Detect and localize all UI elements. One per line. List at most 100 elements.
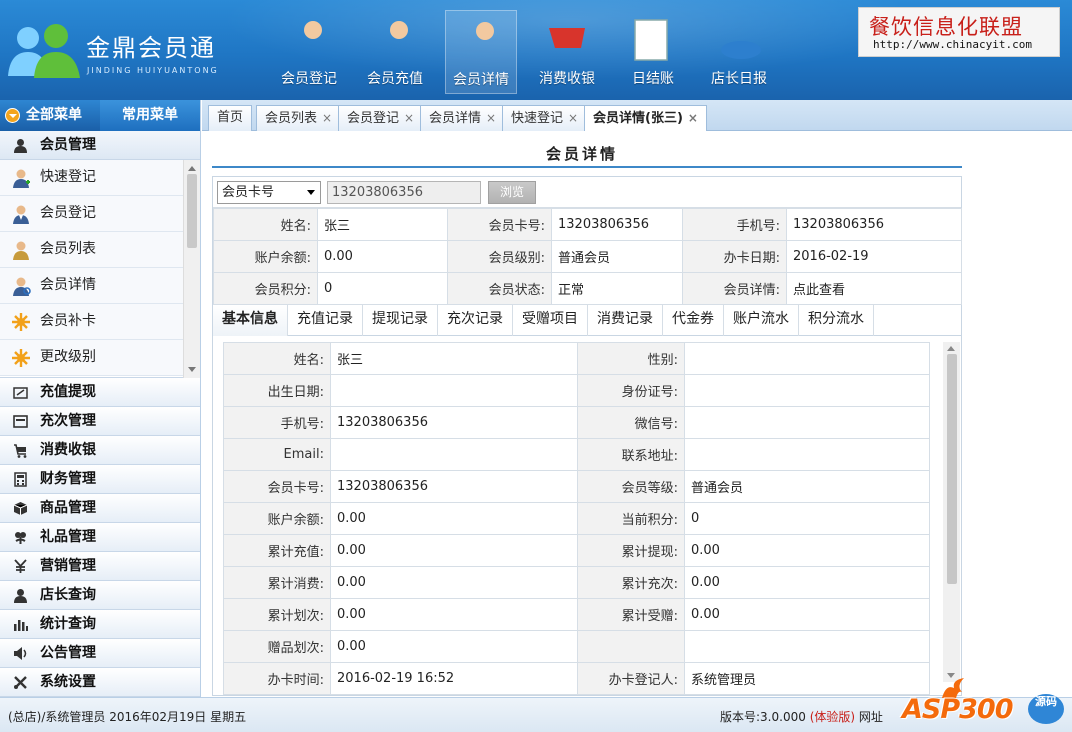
sidebar-group-9[interactable]: 公告管理 xyxy=(0,639,200,668)
summary-field-value: 13203806356 xyxy=(786,208,962,241)
close-icon[interactable]: × xyxy=(322,111,332,125)
detail-field-value: 0.00 xyxy=(330,566,578,599)
subtab-2[interactable]: 提现记录 xyxy=(363,305,438,336)
subtab-3[interactable]: 充次记录 xyxy=(438,305,513,336)
subtab-6[interactable]: 代金券 xyxy=(663,305,724,336)
tab-1[interactable]: 会员列表 × xyxy=(256,105,342,131)
sidebar-subitem-5[interactable]: 更改级别 xyxy=(0,340,183,376)
page-title: 会员详情 xyxy=(545,145,618,163)
sidebar-group-label: 礼品管理 xyxy=(40,529,96,545)
view-details-link[interactable]: 点此查看 xyxy=(786,272,962,305)
tab-5[interactable]: 会员详情(张三) × xyxy=(584,105,707,132)
summary-row: 账户余额: 0.00 会员级别: 普通会员 办卡日期: 2016-02-19 xyxy=(213,240,962,273)
sidebar-group-3[interactable]: 财务管理 xyxy=(0,465,200,494)
close-icon[interactable]: × xyxy=(568,111,578,125)
scroll-down-arrow-icon[interactable] xyxy=(188,367,196,376)
topnav-item-1[interactable]: 会员充值 xyxy=(352,10,438,94)
sidebar-subitem-4[interactable]: 会员补卡 xyxy=(0,304,183,340)
sidebar-group-label: 统计查询 xyxy=(40,616,96,632)
bar-chart-icon xyxy=(14,620,28,631)
brand-banner[interactable]: 餐饮信息化联盟 http://www.chinacyit.com xyxy=(858,7,1060,57)
member-search-bar: 会员卡号 13203806356 浏览 xyxy=(213,177,961,208)
table-row: 会员卡号: 13203806356 会员等级: 普通会员 xyxy=(223,470,930,503)
detail-field-label: 累计充次: xyxy=(577,566,685,599)
sidebar-group-10[interactable]: 系统设置 xyxy=(0,668,200,697)
topnav-item-2[interactable]: 会员详情 xyxy=(445,10,517,94)
topnav-item-0[interactable]: 会员登记 xyxy=(266,10,352,94)
sidebar-group-1[interactable]: 充次管理 xyxy=(0,407,200,436)
summary-field-label: 会员卡号: xyxy=(447,208,552,241)
sidebar-subitem-0[interactable]: 快速登记 xyxy=(0,160,183,196)
sidebar-group-member-management[interactable]: 会员管理 xyxy=(0,131,200,160)
scroll-thumb[interactable] xyxy=(947,354,957,584)
close-icon[interactable]: × xyxy=(688,111,698,125)
sidebar-group-label: 营销管理 xyxy=(40,558,96,574)
app-title: 金鼎会员通 xyxy=(86,34,216,62)
sidebar-scrollbar[interactable] xyxy=(183,160,200,378)
detail-field-value xyxy=(684,342,930,375)
tab-0[interactable]: 首页 xyxy=(208,105,253,131)
close-icon[interactable]: × xyxy=(404,111,414,125)
sidebar-group-2[interactable]: 消费收银 xyxy=(0,436,200,465)
sidebar-tab-common-label: 常用菜单 xyxy=(122,107,178,123)
detail-field-value xyxy=(684,630,930,663)
subtab-7[interactable]: 账户流水 xyxy=(724,305,799,336)
sidebar-group-4[interactable]: 商品管理 xyxy=(0,494,200,523)
scroll-up-arrow-icon[interactable] xyxy=(188,162,196,171)
detail-field-value xyxy=(684,438,930,471)
sidebar-group-6[interactable]: 营销管理 xyxy=(0,552,200,581)
subtab-8[interactable]: 积分流水 xyxy=(799,305,874,336)
summary-field-value: 13203806356 xyxy=(551,208,683,241)
summary-field-label: 办卡日期: xyxy=(682,240,787,273)
sidebar-subitem-label: 会员列表 xyxy=(40,241,96,257)
app-subtitle: JINDING HUIYUANTONG xyxy=(87,66,219,75)
main-content: 会员详情 会员卡号 13203806356 浏览 姓名: 张三 会员卡号: 13203… xyxy=(202,131,1072,697)
detail-field-label: 姓名: xyxy=(223,342,331,375)
summary-field-value: 0 xyxy=(317,272,448,305)
sidebar-subitem-1[interactable]: 会员登记 xyxy=(0,196,183,232)
detail-field-label: 当前积分: xyxy=(577,502,685,535)
card-number-input[interactable]: 13203806356 xyxy=(327,181,481,204)
subtab-4[interactable]: 受赠项目 xyxy=(513,305,588,336)
sidebar-group-5[interactable]: 礼品管理 xyxy=(0,523,200,552)
detail-field-value: 2016-02-19 16:52 xyxy=(330,662,578,695)
topnav-item-3[interactable]: 消费收银 xyxy=(524,10,610,94)
detail-scrollbar[interactable] xyxy=(943,342,960,682)
tab-4[interactable]: 快速登记 × xyxy=(502,105,588,131)
sidebar-tab-all-menu[interactable]: 全部菜单 xyxy=(0,100,100,131)
tab-3[interactable]: 会员详情 × xyxy=(420,105,506,131)
sidebar-subitem-3[interactable]: 会员详情 xyxy=(0,268,183,304)
detail-field-label: 账户余额: xyxy=(223,502,331,535)
table-row: 姓名: 张三 性别: xyxy=(223,342,930,375)
detail-field-value: 系统管理员 xyxy=(684,662,930,695)
detail-field-label: 办卡时间: xyxy=(223,662,331,695)
sidebar-group-8[interactable]: 统计查询 xyxy=(0,610,200,639)
basic-info-scroll-area: 姓名: 张三 性别: 出生日期: 身份证号: 手机号: 13203806356 微信号: Ema… xyxy=(223,342,960,697)
detail-field-label: 身份证号: xyxy=(577,374,685,407)
tab-2[interactable]: 会员登记 × xyxy=(338,105,424,131)
sidebar-subitem-2[interactable]: 会员列表 xyxy=(0,232,183,268)
scroll-thumb[interactable] xyxy=(187,174,197,248)
subtab-5[interactable]: 消费记录 xyxy=(588,305,663,336)
sidebar-tab-common-menu[interactable]: 常用菜单 xyxy=(100,100,200,131)
topnav-item-4[interactable]: 日结账 xyxy=(610,10,696,94)
dropdown-arrow-icon xyxy=(307,190,315,199)
topnav-item-5[interactable]: 店长日报 xyxy=(696,10,782,94)
sidebar-group-0[interactable]: 充值提现 xyxy=(0,378,200,407)
subtab-1[interactable]: 充值记录 xyxy=(288,305,363,336)
scroll-up-arrow-icon[interactable] xyxy=(947,342,955,351)
sidebar-group-7[interactable]: 店长查询 xyxy=(0,581,200,610)
detail-field-label: 累计提现: xyxy=(577,534,685,567)
detail-field-label: 累计充值: xyxy=(223,534,331,567)
summary-field-label: 账户余额: xyxy=(213,240,318,273)
site-label[interactable]: 网址 xyxy=(859,710,883,724)
close-icon[interactable]: × xyxy=(486,111,496,125)
browse-button[interactable]: 浏览 xyxy=(488,181,536,204)
sidebar-subitem-label: 更改级别 xyxy=(40,349,96,365)
subtab-0[interactable]: 基本信息 xyxy=(213,305,288,336)
detail-field-value: 0.00 xyxy=(684,534,930,567)
search-type-select[interactable]: 会员卡号 xyxy=(217,181,321,204)
sidebar-group-label: 会员管理 xyxy=(40,137,96,153)
sidebar: 全部菜单 常用菜单 会员管理 快速登记 会员登记 会员列表 会员详情 会员补卡 更改级别 … xyxy=(0,100,201,697)
sidebar-submenu-items: 快速登记 会员登记会员列表会员详情 会员补卡更改级别 xyxy=(0,160,200,376)
